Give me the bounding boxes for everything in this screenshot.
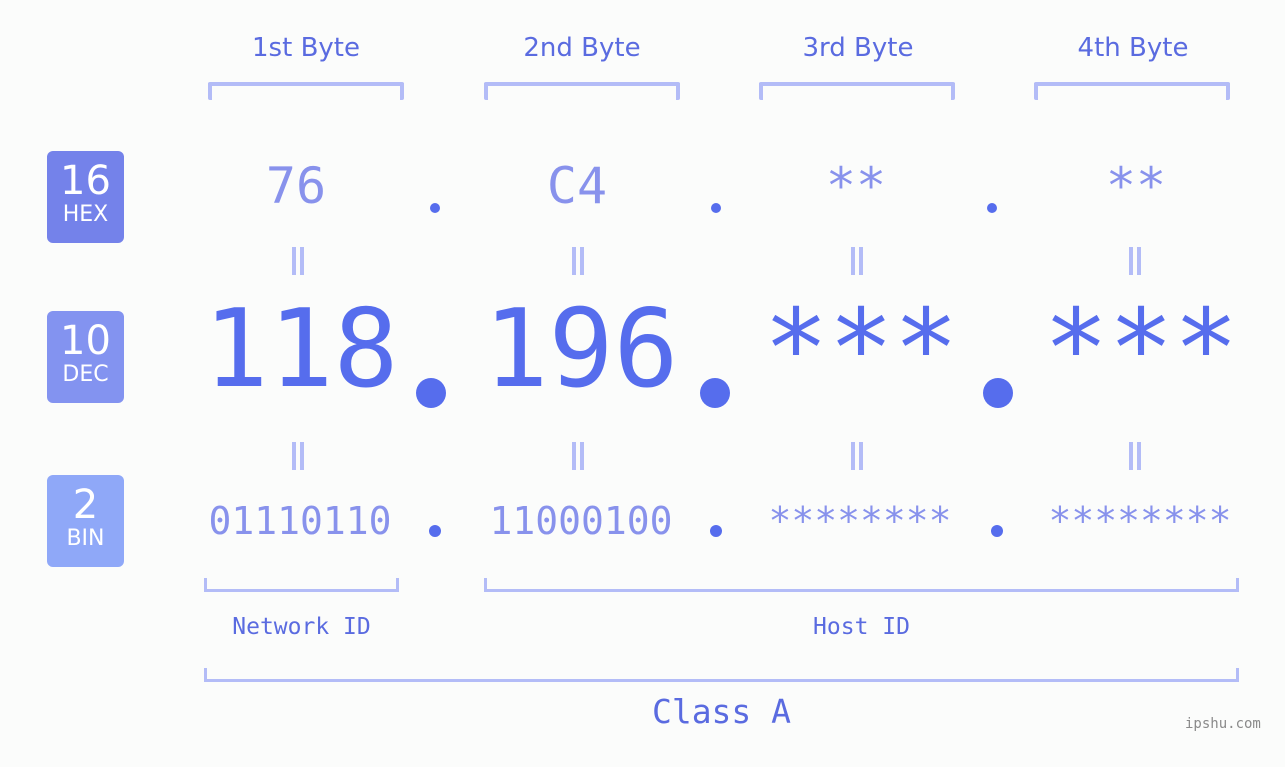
hex-label: HEX <box>62 202 109 227</box>
equals-icon <box>290 247 306 275</box>
hex-byte-2: C4 <box>546 157 608 215</box>
hex-dot-2 <box>711 203 721 213</box>
bin-badge: 2 BIN <box>47 475 124 567</box>
dec-byte-2: 196 <box>483 287 679 412</box>
dec-byte-3: *** <box>763 287 959 412</box>
network-id-bracket <box>204 578 399 592</box>
header-byte-2: 2nd Byte <box>523 33 641 63</box>
equals-icon <box>1127 247 1143 275</box>
equals-icon <box>570 247 586 275</box>
equals-icon <box>849 247 865 275</box>
hex-byte-4: ** <box>1105 157 1167 215</box>
dec-dot-2 <box>700 378 730 408</box>
dec-label: DEC <box>62 362 109 387</box>
header-byte-4: 4th Byte <box>1077 33 1189 63</box>
host-id-label: Host ID <box>813 614 910 640</box>
byte-3-bracket <box>759 82 955 100</box>
bin-byte-3: ******** <box>768 499 952 543</box>
dec-badge: 10 DEC <box>47 311 124 403</box>
hex-dot-1 <box>430 203 440 213</box>
hex-byte-3: ** <box>825 157 887 215</box>
hex-base: 16 <box>60 158 111 204</box>
equals-icon <box>290 442 306 470</box>
bin-dot-1 <box>429 525 441 537</box>
byte-1-bracket <box>208 82 404 100</box>
dec-byte-1: 118 <box>203 287 399 412</box>
network-id-label: Network ID <box>232 614 371 640</box>
hex-dot-3 <box>987 203 997 213</box>
bin-byte-1: 01110110 <box>208 499 392 543</box>
bin-byte-4: ******** <box>1048 499 1232 543</box>
equals-icon <box>1127 442 1143 470</box>
class-label: Class A <box>651 692 792 731</box>
byte-2-bracket <box>484 82 680 100</box>
byte-4-bracket <box>1034 82 1230 100</box>
host-id-bracket <box>484 578 1239 592</box>
hex-byte-1: 76 <box>265 157 327 215</box>
equals-icon <box>570 442 586 470</box>
bin-dot-3 <box>991 525 1003 537</box>
bin-byte-2: 11000100 <box>489 499 673 543</box>
header-byte-1: 1st Byte <box>252 33 360 63</box>
dec-byte-4: *** <box>1043 287 1239 412</box>
dec-dot-1 <box>416 378 446 408</box>
class-bracket <box>204 668 1239 682</box>
equals-icon <box>849 442 865 470</box>
bin-base: 2 <box>72 482 99 528</box>
hex-badge: 16 HEX <box>47 151 124 243</box>
dec-base: 10 <box>60 318 111 364</box>
bin-dot-2 <box>710 525 722 537</box>
header-byte-3: 3rd Byte <box>802 33 914 63</box>
bin-label: BIN <box>66 526 105 551</box>
watermark: ipshu.com <box>1185 716 1261 732</box>
dec-dot-3 <box>983 378 1013 408</box>
